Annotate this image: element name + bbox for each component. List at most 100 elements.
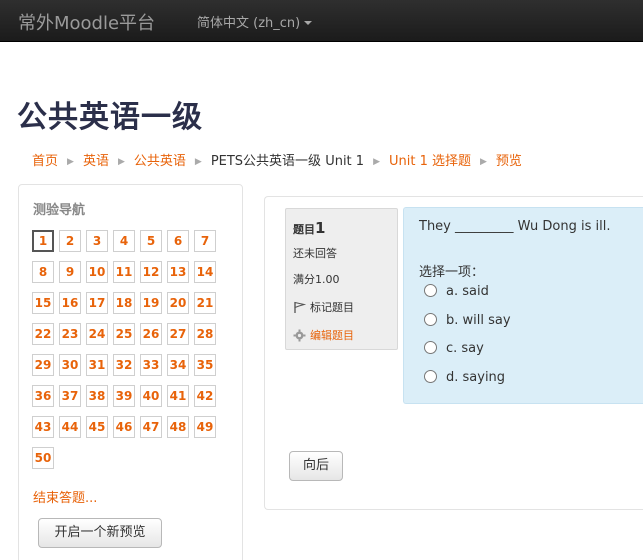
navbar: 常外Moodle平台 简体中文 (zh_cn) [0,0,643,42]
question-nav-button[interactable]: 39 [113,385,135,407]
radio-button[interactable] [424,284,437,297]
breadcrumb-separator-icon: ▶ [117,157,125,167]
answer-option[interactable]: a. said [424,284,489,299]
question-nav-button[interactable]: 14 [194,261,216,283]
answer-label: d. saying [446,369,506,385]
question-content: They _________ Wu Dong is ill. 选择一项： a. … [403,207,643,404]
question-nav-button[interactable]: 6 [167,230,189,252]
question-nav-button[interactable]: 33 [140,354,162,376]
answer-option[interactable]: d. saying [424,369,506,385]
question-nav-button[interactable]: 25 [113,323,135,345]
answer-label: b. will say [446,312,511,328]
answer-option[interactable]: b. will say [424,312,511,328]
question-nav-button[interactable]: 32 [113,354,135,376]
page-title: 公共英语一级 [17,100,203,135]
question-info: 题目1 还未回答 满分1.00 标记题目 编辑题目 [285,208,398,350]
question-number-value: 1 [315,219,326,237]
question-nav-button[interactable]: 26 [140,323,162,345]
question-nav-button[interactable]: 18 [113,292,135,314]
question-number: 题目1 [293,219,325,237]
question-nav-button[interactable]: 21 [194,292,216,314]
question-nav-button[interactable]: 17 [86,292,108,314]
previous-page-button[interactable]: 向后 [289,451,343,481]
question-nav-button[interactable]: 42 [194,385,216,407]
question-nav-button[interactable]: 20 [167,292,189,314]
breadcrumb-item[interactable]: Unit 1 选择题 [389,154,471,169]
question-nav-button[interactable]: 40 [140,385,162,407]
breadcrumb-separator-icon: ▶ [479,157,487,167]
question-nav-button[interactable]: 49 [194,416,216,438]
question-nav-button[interactable]: 29 [32,354,54,376]
question-nav-button[interactable]: 47 [140,416,162,438]
answer-prompt: 选择一项： [419,265,485,280]
flag-question-label: 标记题目 [310,301,354,314]
radio-button[interactable] [424,312,437,326]
breadcrumb-item[interactable]: 首页 [32,154,58,169]
question-nav-button[interactable]: 10 [86,261,108,283]
language-menu[interactable]: 简体中文 (zh_cn) [197,12,313,31]
breadcrumb-item[interactable]: 公共英语 [134,154,186,169]
answer-label: a. said [446,284,489,299]
quiz-navigation-block: 测验导航 1 2 3 4 5 6 7 8 9 10 11 12 13 14 15 16 17 18 19 20 21 22… [18,184,243,560]
flag-question-link[interactable]: 标记题目 [293,299,354,315]
breadcrumb-separator-icon: ▶ [373,157,380,167]
breadcrumb-item: PETS公共英语一级 Unit 1 [210,154,365,169]
gear-icon [293,329,306,342]
question-nav-button[interactable]: 36 [32,385,54,407]
question-nav-button[interactable]: 19 [140,292,162,314]
site-brand[interactable]: 常外Moodle平台 [18,9,155,35]
breadcrumb-item[interactable]: 预览 [496,154,522,169]
question-grade: 满分1.00 [293,273,340,286]
question-nav-button[interactable]: 30 [59,354,81,376]
question-nav-button[interactable]: 5 [140,230,162,252]
radio-button[interactable] [424,341,437,354]
question-nav-button[interactable]: 31 [86,354,108,376]
question-nav-button[interactable]: 22 [32,323,54,345]
question-nav-button[interactable]: 1 [32,230,54,252]
question-nav-button[interactable]: 28 [194,323,216,345]
question-nav-button[interactable]: 34 [167,354,189,376]
question-nav-button[interactable]: 45 [86,416,108,438]
question-nav-button[interactable]: 38 [86,385,108,407]
quiz-navigation-title: 测验导航 [33,203,86,218]
breadcrumb: 首页 ▶ 英语 ▶ 公共英语 ▶ PETS公共英语一级 Unit 1 ▶ Unit 1 选择题 ▶… [32,150,522,169]
question-nav-button[interactable]: 15 [32,292,54,314]
edit-question-label: 编辑题目 [310,329,354,342]
question-nav-button[interactable]: 4 [113,230,135,252]
question-state: 还未回答 [293,247,337,260]
question-nav-button[interactable]: 2 [59,230,81,252]
question-nav-button[interactable]: 7 [194,230,216,252]
caret-down-icon [304,21,313,25]
breadcrumb-separator-icon: ▶ [194,157,202,167]
question-text: They _________ Wu Dong is ill. [419,219,611,234]
flag-icon [294,301,307,313]
question-nav-button[interactable]: 23 [59,323,81,345]
question-nav-button[interactable]: 35 [194,354,216,376]
language-label: 简体中文 (zh_cn) [197,16,301,31]
question-nav-button[interactable]: 11 [113,261,135,283]
start-new-preview-button[interactable]: 开启一个新预览 [38,518,162,548]
answer-option[interactable]: c. say [424,341,484,356]
question-nav-button[interactable]: 24 [86,323,108,345]
question-nav-button[interactable]: 44 [59,416,81,438]
answer-label: c. say [446,341,484,356]
question-nav-button[interactable]: 3 [86,230,108,252]
question-nav-button[interactable]: 37 [59,385,81,407]
question-nav-button[interactable]: 41 [167,385,189,407]
question-nav-button[interactable]: 43 [32,416,54,438]
question-nav-button[interactable]: 27 [167,323,189,345]
question-nav-button[interactable]: 9 [59,261,81,283]
question-nav-button[interactable]: 12 [140,261,162,283]
breadcrumb-item[interactable]: 英语 [83,154,109,169]
breadcrumb-separator-icon: ▶ [67,157,74,167]
edit-question-link[interactable]: 编辑题目 [293,327,354,343]
question-nav-button[interactable]: 46 [113,416,135,438]
radio-button[interactable] [424,369,437,383]
question-nav-button[interactable]: 48 [167,416,189,438]
question-nav-button[interactable]: 8 [32,261,54,283]
finish-attempt-link[interactable]: 结束答题... [33,487,97,506]
question-nav-button[interactable]: 50 [32,447,54,469]
question-label: 题目 [293,223,315,236]
question-nav-button[interactable]: 13 [167,261,189,283]
question-nav-button[interactable]: 16 [59,292,81,314]
